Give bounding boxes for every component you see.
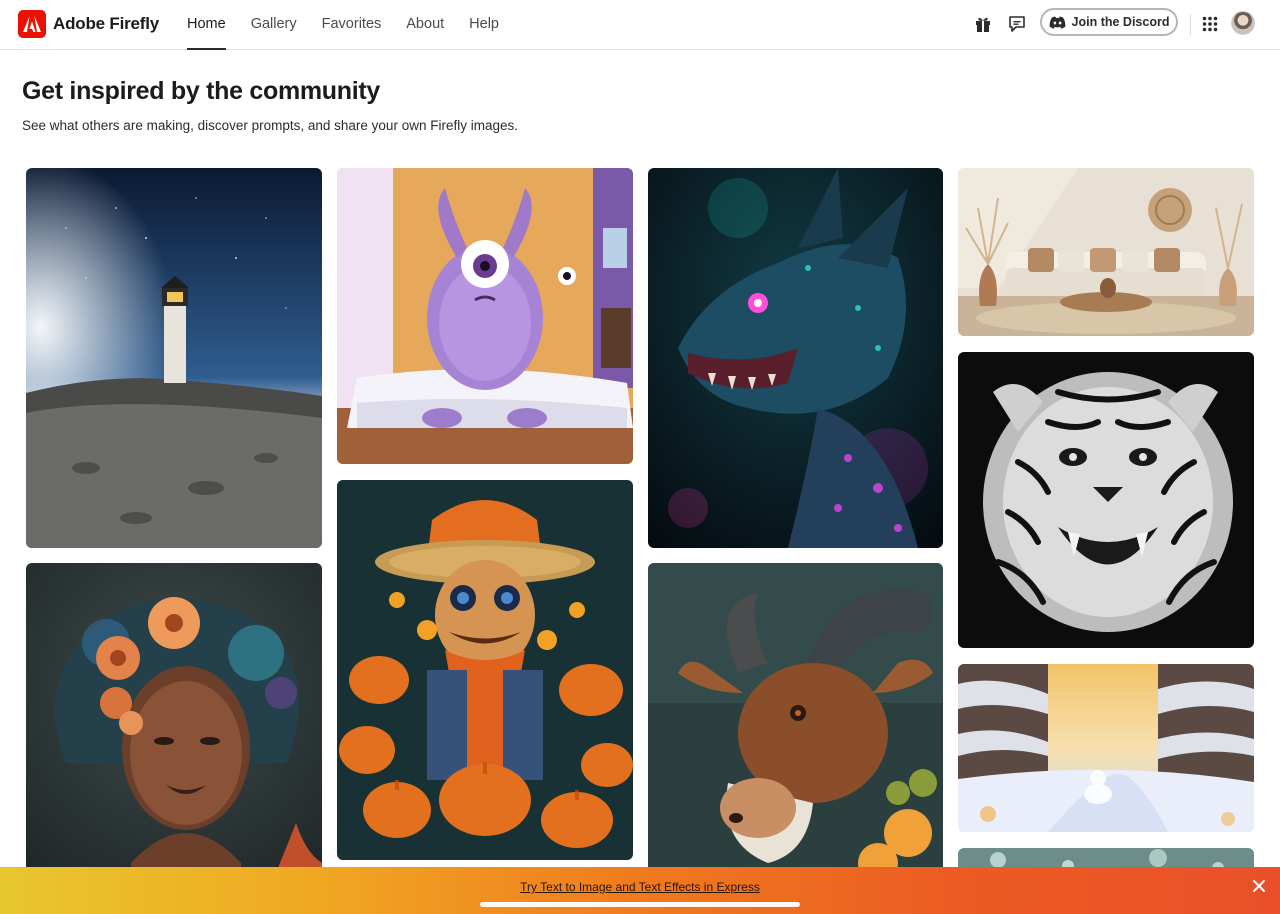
apps-grid-icon[interactable] bbox=[1199, 13, 1221, 35]
toolbar-divider bbox=[1190, 14, 1191, 36]
nav-favorites[interactable]: Favorites bbox=[322, 0, 382, 50]
nav-home[interactable]: Home bbox=[187, 0, 226, 50]
join-discord-button[interactable]: Join the Discord bbox=[1040, 8, 1178, 36]
gallery-tile-lighthouse[interactable] bbox=[26, 168, 322, 548]
nav-about[interactable]: About bbox=[406, 0, 444, 50]
feedback-icon[interactable] bbox=[1006, 13, 1028, 35]
brand[interactable]: Adobe Firefly bbox=[18, 10, 159, 38]
home-indicator bbox=[480, 902, 800, 907]
nav-help[interactable]: Help bbox=[469, 0, 499, 50]
gallery-tile-black-white-tiger[interactable] bbox=[958, 352, 1254, 648]
user-avatar[interactable] bbox=[1231, 11, 1255, 35]
page-subtitle: See what others are making, discover pro… bbox=[22, 118, 518, 133]
promo-link[interactable]: Try Text to Image and Text Effects in Ex… bbox=[520, 880, 760, 894]
gallery-tile-boho-living-room[interactable] bbox=[958, 168, 1254, 336]
nav-gallery[interactable]: Gallery bbox=[251, 0, 297, 50]
top-navigation-bar: Adobe Firefly Home Gallery Favorites Abo… bbox=[0, 0, 1280, 50]
join-discord-label: Join the Discord bbox=[1071, 15, 1170, 29]
gallery-tile-goat[interactable] bbox=[648, 563, 943, 873]
gallery-tile-scarecrow-pumpkins[interactable] bbox=[337, 480, 633, 860]
gift-icon[interactable] bbox=[972, 13, 994, 35]
main-nav: Home Gallery Favorites About Help bbox=[187, 0, 524, 50]
adobe-logo-icon bbox=[18, 10, 46, 38]
gallery-tile-neon-dragon[interactable] bbox=[648, 168, 943, 548]
gallery-tile-winter-dog[interactable] bbox=[958, 664, 1254, 832]
promo-banner: Try Text to Image and Text Effects in Ex… bbox=[0, 867, 1280, 914]
gallery-tile-flower-woman-portrait[interactable] bbox=[26, 563, 322, 873]
app-name: Adobe Firefly bbox=[53, 14, 160, 33]
close-icon[interactable] bbox=[1251, 878, 1267, 894]
discord-icon bbox=[1049, 16, 1066, 29]
page-title: Get inspired by the community bbox=[22, 77, 381, 105]
gallery-tile-purple-monster[interactable] bbox=[337, 168, 633, 464]
